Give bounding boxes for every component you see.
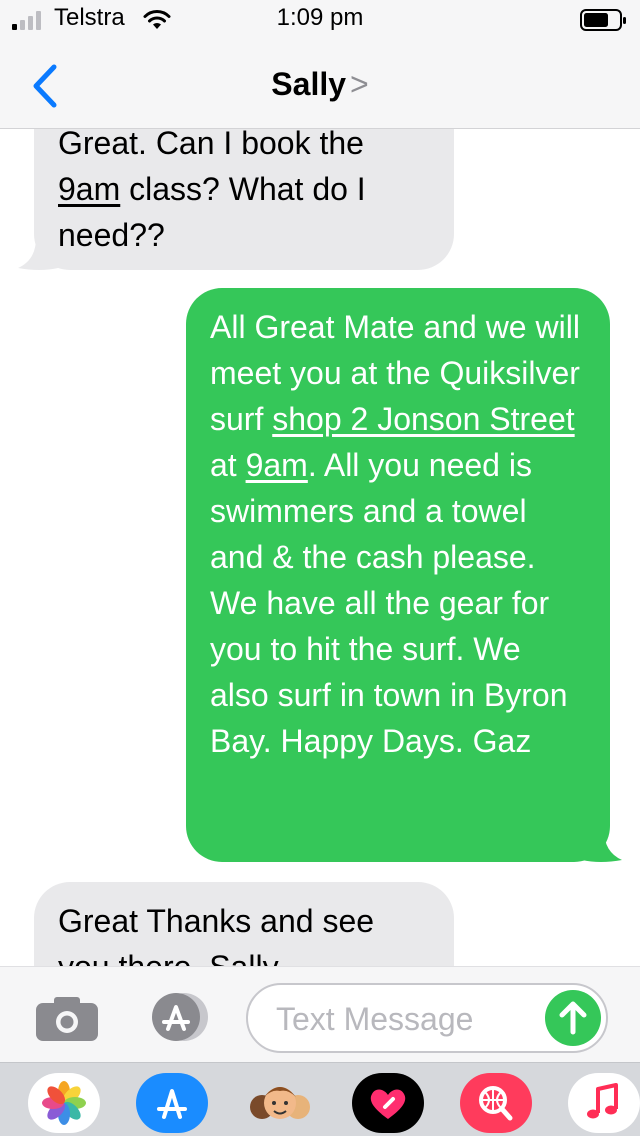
app-store-icon[interactable] xyxy=(140,991,212,1043)
contact-details-chevron: > xyxy=(350,66,369,102)
camera-icon[interactable] xyxy=(36,995,98,1041)
message-input[interactable] xyxy=(274,997,538,1041)
conversation-header: Telstra 1:09 pm Sally > xyxy=(0,0,640,129)
digital-touch-icon[interactable] xyxy=(352,1073,424,1133)
status-time: 1:09 pm xyxy=(276,4,364,31)
app-store-icon[interactable] xyxy=(136,1073,208,1133)
message-thread[interactable]: Great. Can I book the 9am class? What do… xyxy=(0,0,640,966)
message-text: at xyxy=(210,447,246,483)
images-search-icon[interactable] xyxy=(460,1073,532,1133)
address-link[interactable]: shop 2 Jonson Street xyxy=(272,401,574,437)
messages-screen: Great. Can I book the 9am class? What do… xyxy=(0,0,640,1136)
time-link[interactable]: 9am xyxy=(246,447,308,483)
music-icon[interactable] xyxy=(568,1073,640,1133)
nav-bar: Sally > xyxy=(0,40,640,128)
photos-icon[interactable] xyxy=(28,1073,100,1133)
composer-bar xyxy=(0,966,640,1063)
contact-name: Sally xyxy=(271,66,347,102)
time-link[interactable]: 9am xyxy=(58,171,120,207)
bubble-tail-icon xyxy=(18,238,58,270)
message-text: Great. Can I book the xyxy=(58,125,364,161)
bubble-tail-icon xyxy=(582,830,622,862)
contact-name-button[interactable]: Sally > xyxy=(0,66,640,103)
memoji-icon[interactable] xyxy=(244,1073,316,1133)
status-bar: Telstra 1:09 pm xyxy=(0,0,640,40)
incoming-message-bubble[interactable]: Great Thanks and see you there. Sally xyxy=(34,882,454,966)
battery-icon xyxy=(580,9,626,31)
message-text: . All you need is swimmers and a towel a… xyxy=(210,447,568,759)
outgoing-message-bubble[interactable]: All Great Mate and we will meet you at t… xyxy=(186,288,610,862)
message-text: Great Thanks and see you there. Sally xyxy=(58,903,375,966)
send-arrow-icon[interactable] xyxy=(544,989,602,1047)
app-drawer xyxy=(0,1062,640,1136)
